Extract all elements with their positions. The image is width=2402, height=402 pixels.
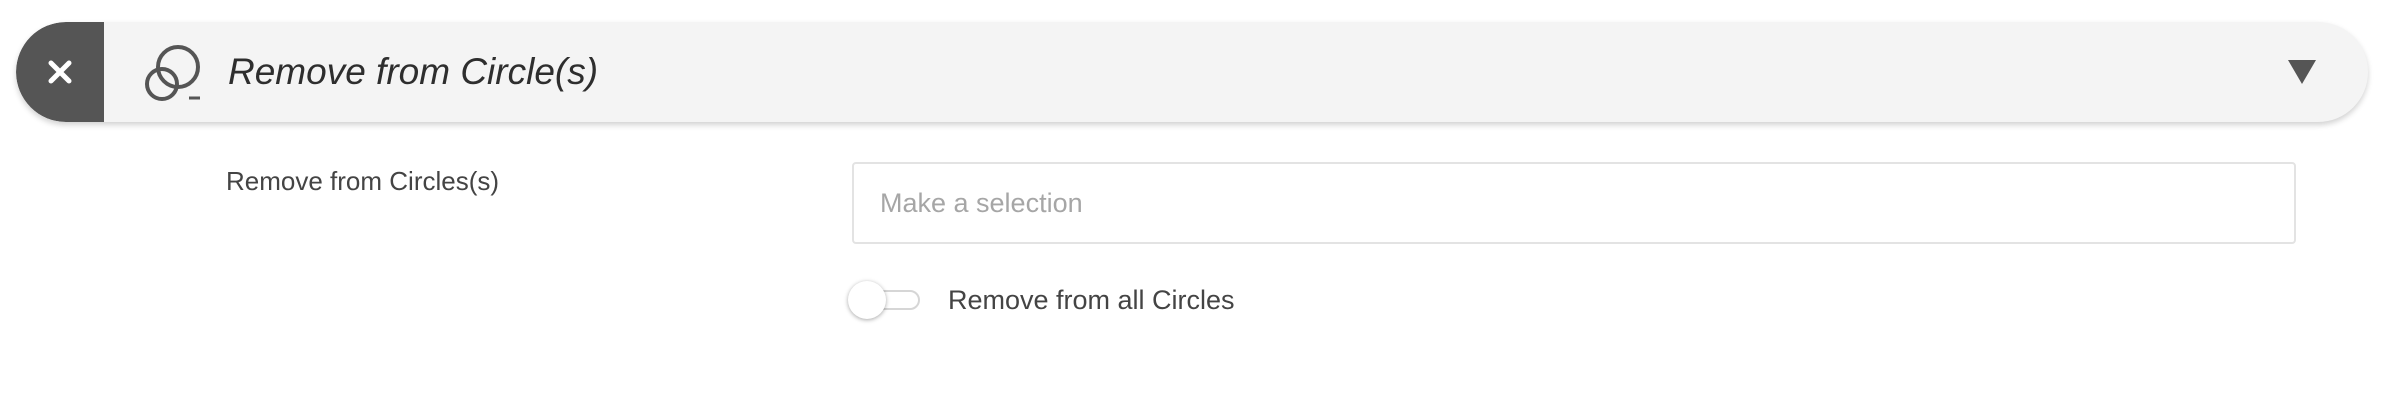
field-label: Remove from Circles(s) bbox=[226, 166, 500, 196]
circles-select[interactable]: Make a selection bbox=[852, 162, 2296, 244]
toggle-knob bbox=[848, 281, 886, 319]
collapse-button[interactable] bbox=[2272, 22, 2332, 122]
circles-minus-icon bbox=[145, 45, 200, 101]
action-title: Remove from Circle(s) bbox=[228, 51, 599, 92]
triangle-down-icon bbox=[2288, 60, 2316, 84]
close-icon bbox=[48, 60, 72, 84]
toggle-label: Remove from all Circles bbox=[948, 285, 1235, 315]
close-button[interactable] bbox=[16, 22, 104, 122]
remove-all-toggle[interactable] bbox=[848, 279, 922, 321]
action-header: Remove from Circle(s) bbox=[16, 22, 2368, 122]
select-placeholder: Make a selection bbox=[880, 188, 1083, 218]
action-panel: Remove from Circle(s) Remove from Circle… bbox=[0, 0, 2402, 402]
